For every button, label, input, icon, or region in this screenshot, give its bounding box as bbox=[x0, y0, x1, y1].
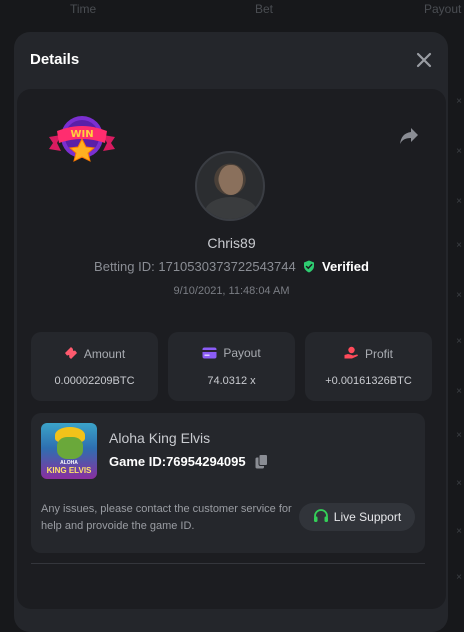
background-multiplier: × bbox=[456, 146, 462, 157]
background-multiplier: × bbox=[456, 572, 462, 583]
close-icon bbox=[416, 52, 432, 68]
ticket-icon bbox=[64, 347, 77, 359]
details-modal: Details WIN Chris89 Betting ID: 17105303… bbox=[14, 32, 448, 632]
background-multiplier: × bbox=[456, 240, 462, 251]
stat-payout-value: 74.0312 x bbox=[207, 375, 256, 387]
background-multiplier: × bbox=[456, 430, 462, 441]
hand-coin-icon bbox=[344, 346, 358, 359]
verified-label: Verified bbox=[321, 259, 369, 274]
live-support-button[interactable]: Live Support bbox=[299, 503, 415, 531]
username: Chris89 bbox=[207, 235, 256, 251]
background-multiplier: × bbox=[456, 96, 462, 107]
stat-profit-value: +0.00161326BTC bbox=[325, 375, 412, 387]
game-thumbnail[interactable]: ALOHA KING ELVIS bbox=[41, 423, 97, 479]
stat-profit: Profit +0.00161326BTC bbox=[305, 332, 432, 401]
share-icon[interactable] bbox=[399, 127, 419, 145]
bet-details-panel: WIN Chris89 Betting ID: 1710530373722543… bbox=[17, 89, 446, 609]
game-thumb-line2: KING ELVIS bbox=[46, 466, 92, 475]
game-card: ALOHA KING ELVIS Aloha King Elvis Game I… bbox=[31, 413, 425, 553]
background-multiplier: × bbox=[456, 290, 462, 301]
betting-id-row: Betting ID: 1710530373722543744 Verified bbox=[17, 259, 446, 274]
divider bbox=[31, 563, 425, 564]
background-multiplier: × bbox=[456, 196, 462, 207]
game-id: Game ID:76954294095 bbox=[109, 454, 246, 469]
timestamp: 9/10/2021, 11:48:04 AM bbox=[173, 285, 290, 297]
close-button[interactable] bbox=[416, 52, 432, 68]
win-badge-icon: WIN bbox=[49, 116, 115, 162]
stat-amount-label: Amount bbox=[83, 347, 126, 361]
headset-icon bbox=[313, 509, 328, 522]
column-bet: Bet bbox=[255, 2, 274, 16]
stat-profit-label: Profit bbox=[364, 347, 393, 361]
modal-title: Details bbox=[30, 51, 80, 68]
avatar bbox=[195, 151, 265, 221]
betting-id: Betting ID: 1710530373722543744 bbox=[94, 259, 296, 274]
support-message: Any issues, please contact the customer … bbox=[41, 503, 292, 532]
stat-payout-label: Payout bbox=[223, 346, 261, 360]
stat-amount-value: 0.00002209BTC bbox=[54, 375, 135, 387]
card-icon bbox=[202, 347, 217, 359]
live-support-label: Live Support bbox=[333, 510, 402, 524]
stat-payout: Payout 74.0312 x bbox=[168, 332, 295, 401]
background-multiplier: × bbox=[456, 386, 462, 397]
game-name[interactable]: Aloha King Elvis bbox=[109, 430, 210, 446]
background-multiplier: × bbox=[456, 336, 462, 347]
column-time: Time bbox=[70, 2, 97, 16]
column-payout: Payout bbox=[424, 2, 462, 16]
background-multiplier: × bbox=[456, 478, 462, 489]
stat-amount: Amount 0.00002209BTC bbox=[31, 332, 158, 401]
copy-icon[interactable] bbox=[255, 454, 269, 469]
background-table-header: Time Bet Payout bbox=[0, 0, 464, 20]
background-multiplier: × bbox=[456, 526, 462, 537]
game-id-row: Game ID:76954294095 bbox=[109, 454, 269, 469]
shield-check-icon bbox=[304, 260, 315, 273]
